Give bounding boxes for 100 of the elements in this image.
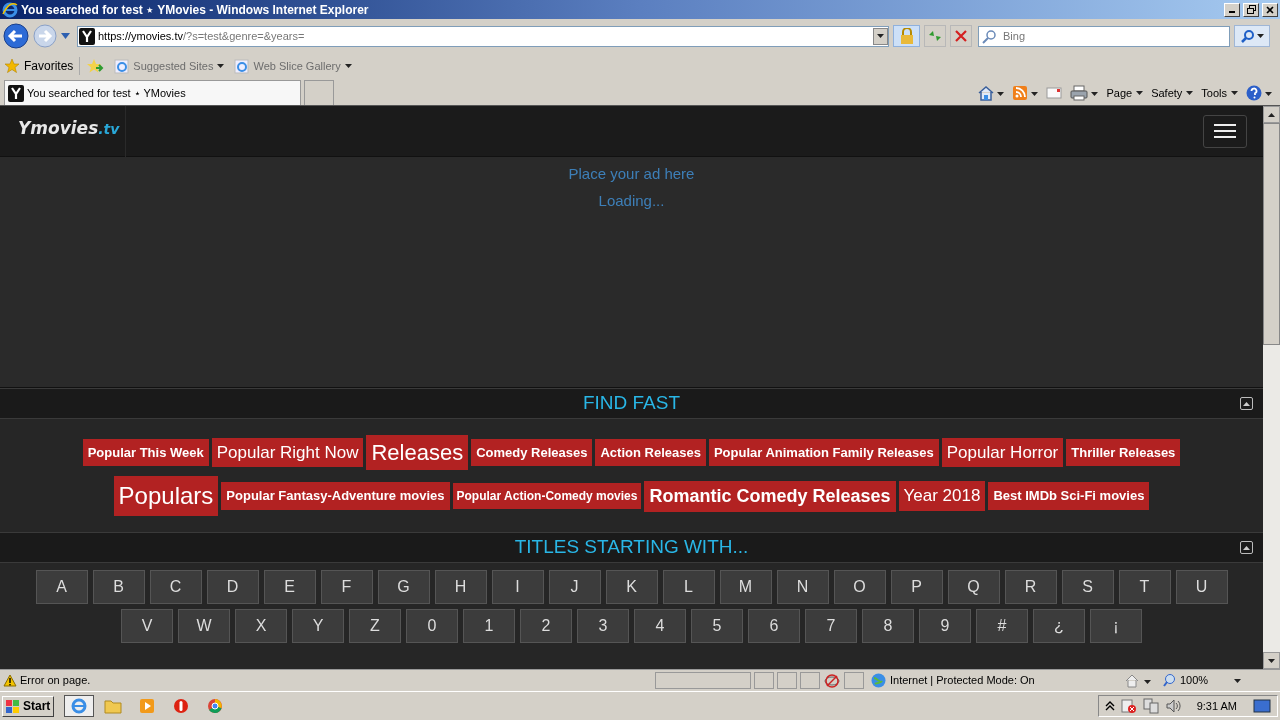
letter-button[interactable]: N: [776, 570, 829, 604]
letter-button[interactable]: X: [235, 609, 287, 643]
close-button[interactable]: [1262, 2, 1278, 17]
collapse-icon: [1243, 545, 1250, 550]
letter-button[interactable]: 7: [805, 609, 857, 643]
tag-link[interactable]: Action Releases: [595, 438, 706, 467]
tag-link[interactable]: Popular Animation Family Releases: [708, 438, 939, 467]
letter-button[interactable]: O: [833, 570, 886, 604]
add-favorite-star-icon[interactable]: [86, 58, 105, 74]
favorites-button[interactable]: Favorites: [4, 57, 81, 75]
letter-button[interactable]: G: [377, 570, 430, 604]
collapse-button[interactable]: [1240, 397, 1253, 410]
letter-button[interactable]: 6: [748, 609, 800, 643]
letter-button[interactable]: P: [890, 570, 943, 604]
command-menu[interactable]: Safety: [1151, 84, 1194, 101]
collapse-icon: [1243, 401, 1250, 406]
letter-button[interactable]: F: [320, 570, 373, 604]
letter-button[interactable]: 9: [919, 609, 971, 643]
letter-button[interactable]: R: [1004, 570, 1057, 604]
letter-button[interactable]: H: [434, 570, 487, 604]
letter-button[interactable]: W: [178, 609, 230, 643]
volume-icon[interactable]: [1164, 698, 1181, 714]
stop-button[interactable]: [950, 25, 972, 47]
tag-link[interactable]: Thriller Releases: [1066, 438, 1181, 467]
letter-button[interactable]: E: [263, 570, 316, 604]
tag-link[interactable]: Popular Right Now: [211, 437, 364, 468]
menu-button[interactable]: [1203, 114, 1247, 148]
expand-tray-icon[interactable]: [1104, 701, 1115, 711]
back-button-icon[interactable]: [3, 23, 29, 49]
browser-tab[interactable]: You searched for test ⋆ YMovies: [4, 80, 301, 105]
tag-link[interactable]: Comedy Releases: [471, 438, 593, 467]
letter-button[interactable]: 1: [463, 609, 515, 643]
letter-button[interactable]: L: [662, 570, 715, 604]
taskbar-browser-button[interactable]: [64, 695, 95, 717]
letter-button[interactable]: Z: [349, 609, 401, 643]
up-arrow-icon: [1268, 112, 1275, 117]
start-button[interactable]: Start: [2, 695, 55, 717]
tag-link[interactable]: Year 2018: [898, 481, 986, 511]
printer-icon[interactable]: [1070, 84, 1099, 101]
scroll-down-button[interactable]: [1263, 652, 1280, 669]
home-icon[interactable]: [978, 84, 1005, 101]
letter-button[interactable]: D: [206, 570, 259, 604]
mail-icon[interactable]: [1046, 86, 1063, 99]
status-pane: [777, 672, 797, 689]
letter-button[interactable]: U: [1175, 570, 1228, 604]
letter-button[interactable]: ¡: [1090, 609, 1142, 643]
letter-button[interactable]: 0: [406, 609, 458, 643]
action-center-icon[interactable]: [1120, 698, 1137, 714]
letter-button[interactable]: V: [121, 609, 173, 643]
letter-button[interactable]: I: [491, 570, 544, 604]
feed-icon[interactable]: [1012, 84, 1039, 101]
letter-button[interactable]: C: [149, 570, 202, 604]
tag-link[interactable]: Populars: [113, 476, 219, 516]
scrollbar-thumb[interactable]: [1263, 123, 1280, 345]
letter-button[interactable]: J: [548, 570, 601, 604]
letter-button[interactable]: K: [605, 570, 658, 604]
tag-link[interactable]: Best IMDb Sci-Fi movies: [988, 482, 1150, 510]
letter-button[interactable]: Q: [947, 570, 1000, 604]
letter-button[interactable]: T: [1118, 570, 1171, 604]
letter-button[interactable]: M: [719, 570, 772, 604]
letter-button[interactable]: 2: [520, 609, 572, 643]
tag-link[interactable]: Popular This Week: [82, 438, 209, 467]
search-field[interactable]: Bing: [978, 25, 1230, 47]
recent-pages-caret-icon[interactable]: [61, 33, 70, 39]
letter-button[interactable]: ¿: [1033, 609, 1085, 643]
command-menu[interactable]: Page: [1106, 84, 1144, 101]
minimize-button[interactable]: [1224, 2, 1240, 17]
status-pane: [800, 672, 820, 689]
letter-button[interactable]: Y: [292, 609, 344, 643]
favorites-bar-link[interactable]: Suggested Sites: [114, 57, 225, 75]
tag-link[interactable]: Popular Action-Comedy movies: [452, 483, 642, 509]
restore-icon: [1246, 5, 1256, 14]
help-icon[interactable]: [1246, 84, 1272, 101]
restore-button[interactable]: [1243, 2, 1259, 17]
address-field[interactable]: https://ymovies.tv/?s=test&genre=&years=: [77, 25, 889, 47]
security-zone-text: Internet | Protected Mode: On: [890, 673, 1035, 689]
tag-link[interactable]: Romantic Comedy Releases: [644, 480, 896, 512]
letter-button[interactable]: #: [976, 609, 1028, 643]
protection-icon[interactable]: [1124, 672, 1154, 689]
letter-button[interactable]: 3: [577, 609, 629, 643]
letter-button[interactable]: 8: [862, 609, 914, 643]
zoom-control[interactable]: 100%: [1163, 672, 1241, 689]
search-icon: [1240, 29, 1254, 43]
favorites-bar-link[interactable]: Web Slice Gallery: [234, 57, 352, 75]
scroll-up-button[interactable]: [1263, 106, 1280, 123]
letter-button[interactable]: B: [92, 570, 145, 604]
address-dropdown-button[interactable]: [873, 27, 888, 45]
tag-link[interactable]: Releases: [366, 435, 469, 470]
search-button[interactable]: [1234, 25, 1270, 47]
collapse-button[interactable]: [1240, 541, 1253, 554]
command-menu[interactable]: Tools: [1201, 84, 1238, 101]
network-icon[interactable]: [1142, 698, 1159, 714]
site-logo[interactable]: Ymovies.tv: [0, 105, 126, 157]
letter-button[interactable]: A: [35, 570, 88, 604]
tag-link[interactable]: Popular Horror: [941, 437, 1064, 468]
tag-link[interactable]: Popular Fantasy-Adventure movies: [221, 482, 450, 510]
letter-button[interactable]: S: [1061, 570, 1114, 604]
caret-icon: [1136, 90, 1144, 95]
letter-button[interactable]: 4: [634, 609, 686, 643]
letter-button[interactable]: 5: [691, 609, 743, 643]
